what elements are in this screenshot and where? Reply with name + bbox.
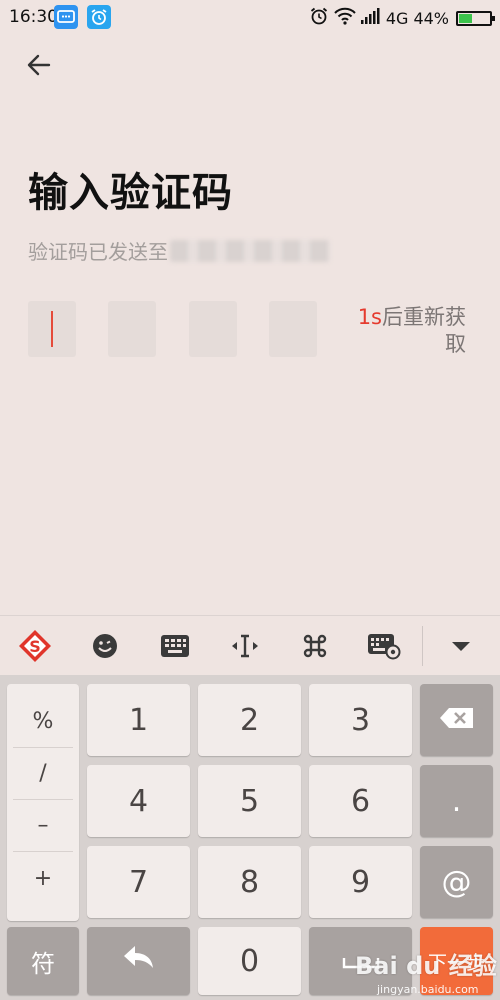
alarm-clock-icon [309,6,329,30]
key-6[interactable]: 6 [309,765,412,837]
key-8[interactable]: 8 [198,846,301,918]
key-5[interactable]: 5 [198,765,301,837]
alarm-app-icon [87,5,111,29]
status-time: 16:30 [9,7,58,27]
key-3[interactable]: 3 [309,684,412,756]
cursor-move-icon[interactable] [227,628,263,664]
symbol-column[interactable]: % / – + [7,684,79,921]
battery-icon [456,10,495,26]
key-percent[interactable]: % [13,696,73,748]
key-dash[interactable]: – [13,800,73,852]
resend-countdown: 1s后重新获取 [346,304,466,358]
space-key[interactable] [309,927,412,995]
back-button[interactable] [22,50,56,84]
resend-seconds: 1s [357,305,382,329]
masked-phone-number [170,239,330,262]
sent-to-label: 验证码已发送至 [28,240,168,264]
code-box-3[interactable] [189,301,237,357]
code-box-2[interactable] [108,301,156,357]
collapse-icon[interactable] [443,628,479,664]
next-step-key[interactable]: 下一步 [420,927,493,995]
key-at[interactable]: @ [420,846,493,918]
key-1[interactable]: 1 [87,684,190,756]
key-7[interactable]: 7 [87,846,190,918]
keyboard-icon[interactable] [157,628,193,664]
key-dot[interactable]: . [420,765,493,837]
keyboard-settings-icon[interactable] [366,628,402,664]
signal-icon [360,8,381,28]
key-4[interactable]: 4 [87,765,190,837]
wifi-icon [334,7,356,29]
status-indicators: 4G 44% [309,6,495,30]
emoji-icon[interactable] [87,628,123,664]
keyboard-toolbar: S [0,615,500,675]
status-bar: 16:30 4G 44% [0,0,500,36]
network-type: 4G [385,8,409,28]
sogou-logo-icon[interactable]: S [17,628,53,664]
code-box-1[interactable] [28,301,76,357]
backspace-key[interactable] [420,684,493,756]
key-0[interactable]: 0 [198,927,301,995]
battery-level-fill [459,13,473,23]
text-cursor [51,311,53,347]
toolbar-divider [422,626,423,666]
message-icon [54,5,78,29]
return-key[interactable] [87,927,190,995]
arrow-left-icon [25,51,53,83]
battery-percent: 44% [413,8,449,28]
command-icon[interactable] [297,628,333,664]
key-slash[interactable]: / [13,748,73,800]
return-arrow-icon [121,943,157,979]
space-icon [341,944,381,979]
key-9[interactable]: 9 [309,846,412,918]
key-symbols[interactable]: 符 [7,927,79,995]
svg-text:S: S [29,637,41,656]
numeric-keyboard: % / – + 1 2 3 4 5 6 . 7 8 9 @ 符 0 下一步 [0,675,500,1000]
code-box-4[interactable] [269,301,317,357]
backspace-icon [439,703,475,738]
key-plus[interactable]: + [13,852,73,904]
key-2[interactable]: 2 [198,684,301,756]
page-title: 输入验证码 [28,170,233,216]
resend-text: 后重新获取 [382,305,466,356]
sent-to-text: 验证码已发送至 [28,236,330,265]
